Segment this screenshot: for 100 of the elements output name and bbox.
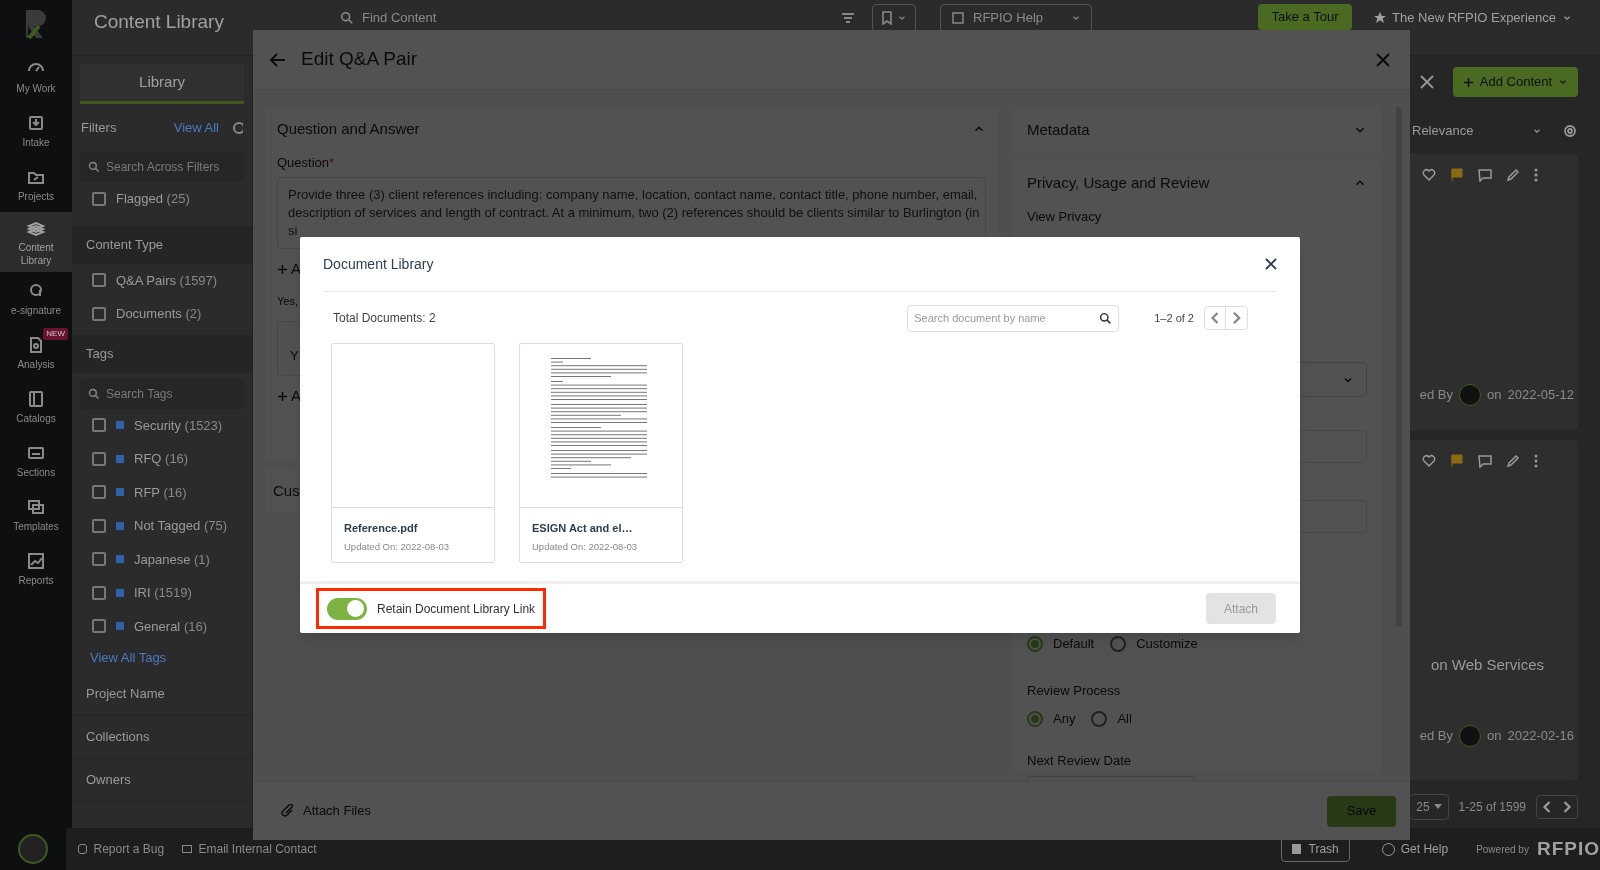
radio-label: Customize [1136,635,1198,654]
heart-icon[interactable] [1422,168,1436,182]
radio-button[interactable] [1027,636,1043,652]
more-icon[interactable] [1534,168,1538,182]
checkbox[interactable] [92,619,106,634]
sidebar-item[interactable]: Intake [0,104,72,158]
experience-menu[interactable]: The New RFPIO Experience [1374,8,1572,28]
sidebar-item[interactable]: Content Library [0,212,72,272]
filter-lines-icon[interactable] [840,10,856,26]
sidebar-label: My Work [16,82,56,95]
section-header[interactable]: Project Name [72,673,252,716]
search-icon [88,387,100,400]
tag-square-icon [116,588,124,597]
brand-logo: RFPIO [1536,836,1600,861]
get-help-link[interactable]: Get Help [1381,840,1449,858]
search-field[interactable]: Search Across Filters [80,152,244,182]
next-review-label: Next Review Date [1027,752,1133,771]
tag-square-icon [116,488,124,497]
flag-icon[interactable] [1450,168,1464,182]
email-contact-link[interactable]: Email Internal Contact [198,840,317,858]
toggle-switch[interactable] [327,597,367,620]
view-all-link[interactable]: View All [173,118,219,138]
checkbox[interactable] [92,418,106,433]
star-icon [1374,11,1386,24]
document-name: ESIGN Act and el… [532,521,634,536]
plus-icon [1462,76,1474,88]
page-range: 1-25 of 1599 [1458,799,1526,816]
checkbox[interactable] [92,191,106,206]
pencil-icon[interactable] [1506,454,1520,468]
sidebar-item[interactable]: Catalogs [0,380,72,434]
powered-by-label: Powered by [1476,842,1529,857]
filter-option: Security (1523) [134,415,223,435]
search-field[interactable]: Search document by name [907,304,1120,332]
view-privacy-label: View Privacy [1027,208,1103,227]
report-bug-link[interactable]: Report a Bug [93,840,165,858]
sidebar-item[interactable]: e-signature [0,272,72,326]
filter-option: Q&A Pairs (1597) [116,270,218,290]
radio-label: All [1117,710,1132,729]
section-header[interactable]: Tags [72,334,252,373]
sidebar-label: Intake [22,136,50,149]
search-field[interactable]: Search Tags [80,378,244,409]
checkbox[interactable] [92,518,106,533]
flag-icon[interactable] [1450,454,1464,468]
tour-button[interactable]: Take a Tour [1258,4,1352,30]
avatar-icon [1459,384,1482,406]
caret-icon [1433,804,1442,810]
toggle-label: Retain Document Library Link [377,600,536,618]
document-card[interactable]: ESIGN Act and el… Updated On: 2022-08-03 [519,343,683,563]
sidebar-item[interactable]: Reports [0,542,72,596]
search-field[interactable]: Find Content [340,8,840,28]
sidebar-label: e-signature [11,304,61,317]
document-name: Reference.pdf [344,521,419,536]
checkbox[interactable] [92,451,106,466]
mail-icon [182,845,193,853]
sidebar-item[interactable]: My Work [0,50,72,104]
back-arrow-icon[interactable] [269,50,287,69]
add-content-button[interactable]: Add Content [1453,67,1578,97]
download-box-icon [26,113,46,133]
filter-option: RFQ (16) [134,449,189,469]
section-title: Question and Answer [277,118,421,139]
radio-button[interactable] [1027,711,1043,727]
radio-button[interactable] [1110,636,1127,652]
logo-icon [18,834,49,864]
section-header[interactable]: Collections [72,716,252,759]
date-prefix: on [1487,386,1502,405]
sort-dropdown[interactable]: Relevance [1412,116,1542,146]
section-header[interactable]: Owners [72,759,252,802]
filter-option: Documents (2) [116,304,202,324]
filter-option: Flagged (25) [116,189,190,209]
sidebar-label: Templates [13,520,59,533]
heart-icon[interactable] [1422,454,1436,468]
checkbox[interactable] [92,552,106,567]
sidebar-item[interactable]: Sections [0,434,72,488]
sidebar-item[interactable]: Projects [0,158,72,212]
comment-icon[interactable] [1478,168,1492,182]
card-date: 2022-05-12 [1507,386,1574,405]
library-tab[interactable]: Library [80,64,244,104]
sidebar-label: Content Library [17,240,55,267]
checkbox[interactable] [92,585,106,600]
bookmark-icon [881,11,893,25]
checkbox[interactable] [92,306,106,321]
comment-icon[interactable] [1478,454,1492,468]
view-all-tags-link[interactable]: View All Tags [72,643,252,673]
more-icon[interactable] [1534,454,1538,468]
close-icon[interactable] [1265,258,1277,270]
document-card[interactable]: Reference.pdf Updated On: 2022-08-03 [331,343,495,563]
filter-option: Not Tagged (75) [134,516,227,536]
paperclip-icon[interactable] [281,804,295,818]
sidebar-item[interactable]: NEW Analysis [0,326,72,380]
section-header[interactable]: Content Type [72,225,252,264]
checkbox[interactable] [92,273,106,288]
section-title: Cus [273,480,300,501]
pencil-icon[interactable] [1506,168,1520,182]
logo-icon [23,8,49,40]
sidebar-item[interactable]: Templates [0,488,72,542]
sidebar-label: Analysis [17,358,55,371]
radio-button[interactable] [1091,711,1108,727]
stacked-windows-icon [26,497,46,517]
checkbox[interactable] [92,485,106,500]
plus-icon [277,263,288,275]
